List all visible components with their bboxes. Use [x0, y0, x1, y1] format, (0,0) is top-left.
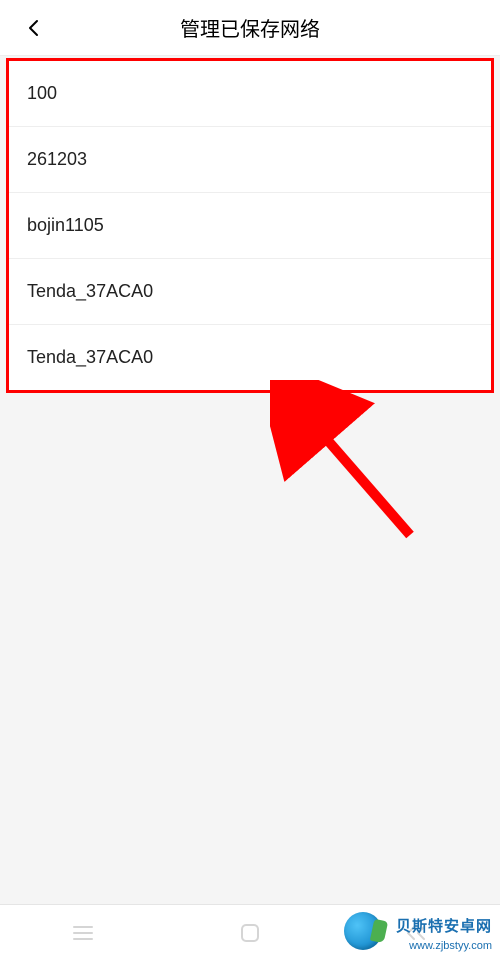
saved-networks-list: 100 261203 bojin1105 Tenda_37ACA0 Tenda_… [6, 58, 494, 393]
header-bar: 管理已保存网络 [0, 0, 500, 56]
back-icon[interactable] [20, 14, 48, 42]
network-item[interactable]: 261203 [9, 127, 491, 193]
network-name: 100 [27, 83, 57, 103]
network-item[interactable]: bojin1105 [9, 193, 491, 259]
network-name: Tenda_37ACA0 [27, 281, 153, 301]
network-name: 261203 [27, 149, 87, 169]
nav-back-button[interactable] [377, 913, 457, 953]
page-title: 管理已保存网络 [0, 13, 500, 42]
network-name: Tenda_37ACA0 [27, 347, 153, 367]
network-name: bojin1105 [27, 215, 104, 235]
nav-home-button[interactable] [210, 913, 290, 953]
empty-background [0, 405, 500, 904]
network-item[interactable]: 100 [9, 61, 491, 127]
navigation-bar [0, 904, 500, 960]
network-item[interactable]: Tenda_37ACA0 [9, 325, 491, 390]
network-item[interactable]: Tenda_37ACA0 [9, 259, 491, 325]
nav-recents-button[interactable] [43, 913, 123, 953]
